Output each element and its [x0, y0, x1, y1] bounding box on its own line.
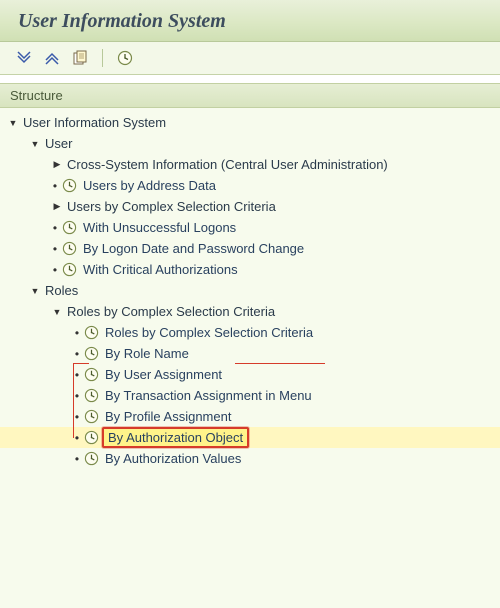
- clock-icon: [61, 241, 77, 257]
- toggle-icon[interactable]: [50, 201, 64, 212]
- node-label: With Unsuccessful Logons: [80, 219, 239, 236]
- tree-node-users-by-address[interactable]: Users by Address Data: [0, 175, 500, 196]
- tree-node-unsuccessful-logons[interactable]: With Unsuccessful Logons: [0, 217, 500, 238]
- collapse-all-button[interactable]: [42, 48, 62, 68]
- tree-node-by-auth-object[interactable]: By Authorization Object: [0, 427, 500, 448]
- bullet-icon: [72, 452, 82, 466]
- bullet-icon: [50, 263, 60, 277]
- clock-icon: [61, 178, 77, 194]
- tree-node-user[interactable]: User: [0, 133, 500, 154]
- node-label: Roles: [42, 282, 81, 299]
- node-label: User: [42, 135, 75, 152]
- node-label-highlighted: By Authorization Object: [102, 427, 249, 448]
- tree-node-roles[interactable]: Roles: [0, 280, 500, 301]
- page-title: User Information System: [18, 10, 482, 33]
- clock-icon: [83, 409, 99, 425]
- bullet-icon: [50, 179, 60, 193]
- bullet-icon: [72, 326, 82, 340]
- node-label: By Role Name: [102, 345, 192, 362]
- bullet-icon: [72, 347, 82, 361]
- title-bar: User Information System: [0, 0, 500, 42]
- tree-node-roles-by-complex[interactable]: Roles by Complex Selection Criteria: [0, 301, 500, 322]
- clock-icon: [83, 346, 99, 362]
- tree-node-by-role-name[interactable]: By Role Name: [0, 343, 500, 364]
- node-label: With Critical Authorizations: [80, 261, 241, 278]
- node-label: Cross-System Information (Central User A…: [64, 156, 391, 173]
- toggle-icon[interactable]: [6, 118, 20, 128]
- clock-icon: [61, 220, 77, 236]
- bullet-icon: [50, 242, 60, 256]
- expand-all-button[interactable]: [14, 48, 34, 68]
- node-label: By Profile Assignment: [102, 408, 234, 425]
- node-label: Users by Complex Selection Criteria: [64, 198, 279, 215]
- execute-button[interactable]: [115, 48, 135, 68]
- tree-node-logon-date-pwd[interactable]: By Logon Date and Password Change: [0, 238, 500, 259]
- annotation-line: [73, 363, 74, 438]
- node-label: By Logon Date and Password Change: [80, 240, 307, 257]
- clock-icon: [83, 430, 99, 446]
- bullet-icon: [50, 221, 60, 235]
- tree-node-critical-auth[interactable]: With Critical Authorizations: [0, 259, 500, 280]
- toggle-icon[interactable]: [50, 307, 64, 317]
- tree-node-by-profile[interactable]: By Profile Assignment: [0, 406, 500, 427]
- tree: User Information System User Cross-Syste…: [0, 108, 500, 608]
- node-label: User Information System: [20, 114, 169, 131]
- clock-icon: [83, 451, 99, 467]
- where-used-button[interactable]: [70, 48, 90, 68]
- annotation-line: [235, 363, 325, 364]
- structure-header: Structure: [0, 83, 500, 108]
- node-label: Users by Address Data: [80, 177, 219, 194]
- toggle-icon[interactable]: [50, 159, 64, 170]
- toggle-icon[interactable]: [28, 139, 42, 149]
- clock-icon: [83, 367, 99, 383]
- tree-node-by-transaction[interactable]: By Transaction Assignment in Menu: [0, 385, 500, 406]
- tree-node-by-auth-values[interactable]: By Authorization Values: [0, 448, 500, 469]
- tree-node-root[interactable]: User Information System: [0, 112, 500, 133]
- clock-icon: [83, 325, 99, 341]
- tree-node-users-by-complex[interactable]: Users by Complex Selection Criteria: [0, 196, 500, 217]
- tree-node-cross-system[interactable]: Cross-System Information (Central User A…: [0, 154, 500, 175]
- clock-icon: [83, 388, 99, 404]
- clock-icon: [61, 262, 77, 278]
- node-label: By User Assignment: [102, 366, 225, 383]
- tree-node-roles-by-complex-item[interactable]: Roles by Complex Selection Criteria: [0, 322, 500, 343]
- toggle-icon[interactable]: [28, 286, 42, 296]
- tree-node-by-user-assignment[interactable]: By User Assignment: [0, 364, 500, 385]
- node-label: Roles by Complex Selection Criteria: [64, 303, 278, 320]
- node-label: By Authorization Values: [102, 450, 244, 467]
- annotation-line: [73, 363, 89, 364]
- node-label: By Transaction Assignment in Menu: [102, 387, 315, 404]
- toolbar: [0, 42, 500, 75]
- node-label: Roles by Complex Selection Criteria: [102, 324, 316, 341]
- toolbar-divider: [102, 49, 103, 67]
